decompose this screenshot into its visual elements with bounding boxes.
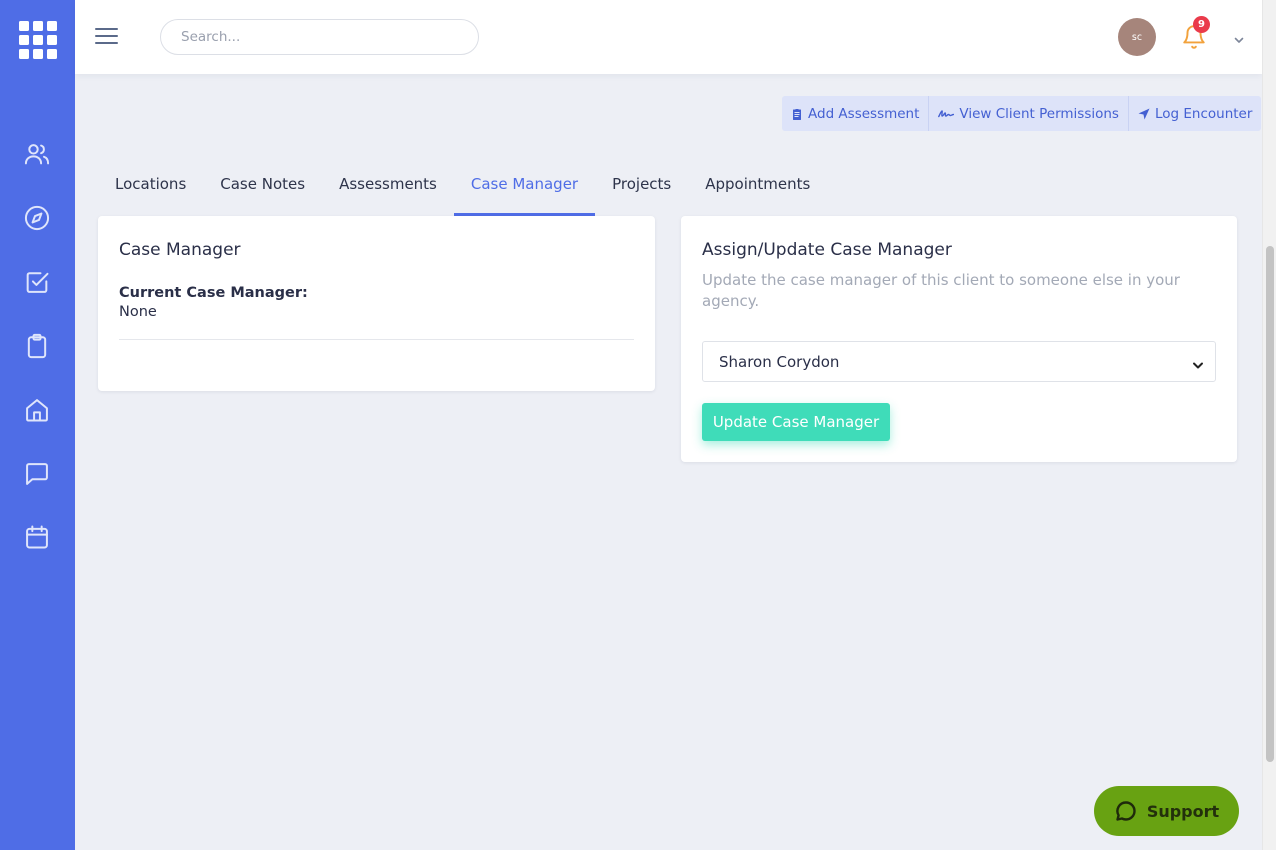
scrollbar-thumb[interactable] — [1266, 246, 1274, 762]
location-arrow-icon — [1138, 108, 1150, 119]
tab-assessments[interactable]: Assessments — [322, 160, 454, 216]
divider — [119, 339, 634, 340]
log-encounter-button[interactable]: Log Encounter — [1129, 96, 1261, 131]
client-tabs: Locations Case Notes Assessments Case Ma… — [98, 160, 827, 216]
tab-projects[interactable]: Projects — [595, 160, 688, 216]
case-manager-title: Case Manager — [119, 240, 241, 260]
current-case-manager-value: None — [119, 304, 157, 320]
tab-case-manager[interactable]: Case Manager — [453, 160, 596, 216]
message-icon[interactable] — [23, 460, 51, 488]
add-assessment-button[interactable]: Add Assessment — [782, 96, 930, 131]
sidebar — [0, 0, 75, 850]
current-case-manager-label: Current Case Manager: — [119, 285, 308, 301]
avatar[interactable]: sc — [1118, 18, 1156, 56]
clipboard-icon — [793, 108, 801, 120]
case-manager-card: Case Manager Current Case Manager: None — [98, 216, 655, 391]
view-client-permissions-button[interactable]: View Client Permissions — [929, 96, 1129, 131]
chevron-down-icon[interactable] — [1233, 31, 1245, 43]
view-client-permissions-label: View Client Permissions — [959, 105, 1119, 122]
support-label: Support — [1146, 801, 1220, 821]
assign-case-manager-description: Update the case manager of this client t… — [702, 271, 1180, 310]
chat-bubble-icon — [1116, 801, 1136, 821]
calendar-icon[interactable] — [23, 523, 51, 551]
compass-icon[interactable] — [23, 204, 51, 232]
checkbox-icon[interactable] — [23, 268, 51, 296]
tab-case-notes[interactable]: Case Notes — [203, 160, 322, 216]
users-icon[interactable] — [23, 140, 51, 168]
home-icon[interactable] — [23, 396, 51, 424]
tab-appointments[interactable]: Appointments — [688, 160, 827, 216]
tab-locations[interactable]: Locations — [98, 160, 203, 216]
top-bar: sc 9 — [75, 0, 1262, 74]
signature-icon — [938, 109, 955, 117]
log-encounter-label: Log Encounter — [1154, 105, 1253, 122]
clipboard-icon[interactable] — [23, 332, 51, 360]
grid-icon[interactable] — [19, 21, 57, 59]
search-input[interactable] — [160, 19, 479, 55]
case-manager-select-value: Sharon Corydon — [719, 352, 840, 371]
chevron-down-icon — [1192, 356, 1204, 369]
support-button[interactable]: Support — [1094, 786, 1239, 836]
case-manager-select[interactable]: Sharon Corydon — [702, 341, 1216, 382]
notification-badge: 9 — [1193, 16, 1210, 33]
client-actions-group: Add Assessment View Client Permissions L… — [782, 96, 1262, 131]
assign-case-manager-title: Assign/Update Case Manager — [702, 240, 952, 260]
assign-case-manager-card: Assign/Update Case Manager Update the ca… — [681, 216, 1237, 462]
add-assessment-label: Add Assessment — [808, 105, 920, 122]
page-scrollbar[interactable] — [1262, 0, 1276, 850]
menu-icon[interactable] — [95, 27, 118, 45]
update-case-manager-button[interactable]: Update Case Manager — [702, 403, 890, 441]
